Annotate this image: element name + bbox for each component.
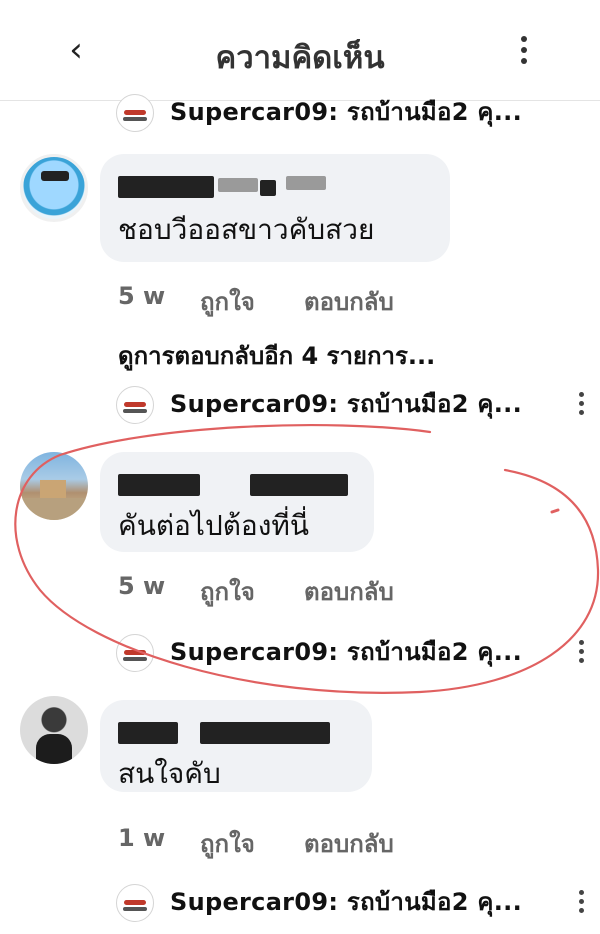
comment-text: สนใจคับ bbox=[118, 757, 221, 790]
comment-text: คันต่อไปต้องที่นี่ bbox=[118, 509, 309, 542]
comment-bubble[interactable]: ชอบวีออสขาวคับสวย bbox=[100, 154, 450, 262]
redacted-author-name bbox=[118, 722, 178, 744]
redacted-author-name bbox=[200, 722, 330, 744]
page-avatar bbox=[116, 634, 154, 672]
comment-bubble[interactable]: สนใจคับ bbox=[100, 700, 372, 792]
redacted-author-name bbox=[286, 176, 326, 190]
vertical-dots-icon[interactable] bbox=[510, 36, 538, 70]
redacted-author-name bbox=[250, 474, 348, 496]
comment-time: 1 w bbox=[118, 824, 166, 852]
view-more-replies-link[interactable]: ดูการตอบกลับอีก 4 รายการ... bbox=[118, 336, 435, 375]
redacted-author-name bbox=[118, 474, 200, 496]
redacted-author-name bbox=[118, 176, 214, 198]
reply-link[interactable]: ตอบกลับ bbox=[304, 572, 394, 611]
reply-preview-text: Supercar09: รถบ้านมือ2 คุ... bbox=[170, 390, 523, 418]
reply-more-icon[interactable] bbox=[579, 640, 589, 667]
top-bar: ‹ ความคิดเห็น bbox=[0, 0, 600, 101]
reply-more-icon[interactable] bbox=[579, 890, 589, 917]
reply-preview-text: Supercar09: รถบ้านมือ2 คุ... bbox=[170, 98, 523, 126]
reply-preview-row[interactable]: Supercar09: รถบ้านมือ2 คุ... bbox=[116, 632, 600, 672]
page-avatar bbox=[116, 884, 154, 922]
comment-text: ชอบวีออสขาวคับสวย bbox=[118, 213, 375, 246]
reply-preview-row[interactable]: Supercar09: รถบ้านมือ2 คุ... bbox=[116, 882, 600, 922]
reply-preview-row[interactable]: Supercar09: รถบ้านมือ2 คุ... bbox=[116, 384, 600, 424]
comment-time: 5 w bbox=[118, 572, 166, 600]
reply-preview-text: Supercar09: รถบ้านมือ2 คุ... bbox=[170, 638, 523, 666]
commenter-avatar[interactable] bbox=[20, 154, 88, 222]
page-avatar bbox=[116, 94, 154, 132]
like-link[interactable]: ถูกใจ bbox=[200, 824, 255, 863]
redacted-author-name bbox=[260, 180, 276, 196]
commenter-avatar[interactable] bbox=[20, 696, 88, 764]
reply-link[interactable]: ตอบกลับ bbox=[304, 824, 394, 863]
comment-bubble[interactable]: คันต่อไปต้องที่นี่ bbox=[100, 452, 374, 552]
commenter-avatar[interactable] bbox=[20, 452, 88, 520]
redacted-author-name bbox=[218, 178, 258, 192]
like-link[interactable]: ถูกใจ bbox=[200, 282, 255, 321]
comment-time: 5 w bbox=[118, 282, 166, 310]
reply-preview-row[interactable]: Supercar09: รถบ้านมือ2 คุ... bbox=[116, 92, 600, 132]
reply-more-icon[interactable] bbox=[579, 392, 589, 419]
reply-link[interactable]: ตอบกลับ bbox=[304, 282, 394, 321]
page-avatar bbox=[116, 386, 154, 424]
like-link[interactable]: ถูกใจ bbox=[200, 572, 255, 611]
reply-preview-text: Supercar09: รถบ้านมือ2 คุ... bbox=[170, 888, 523, 916]
